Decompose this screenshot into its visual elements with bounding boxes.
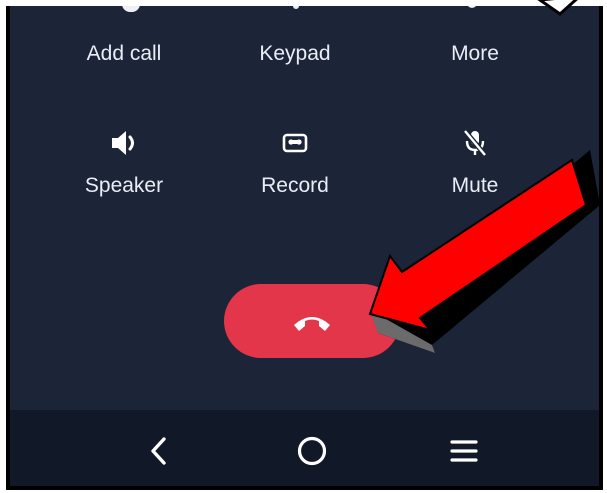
speaker-button[interactable]: Speaker — [49, 128, 199, 198]
end-call-button[interactable] — [224, 284, 400, 358]
menu-lines-icon — [450, 440, 478, 462]
home-circle-icon — [297, 436, 327, 466]
mute-button[interactable]: Mute — [400, 128, 550, 198]
add-call-button[interactable]: Add call — [49, 42, 199, 66]
mute-icon — [400, 128, 550, 160]
home-button[interactable] — [289, 428, 335, 474]
navigation-bar — [10, 410, 599, 486]
in-call-screen: Add call Keypad More Speaker Record Mute — [10, 6, 599, 410]
back-button[interactable] — [136, 428, 182, 474]
add-call-icon-top — [122, 6, 140, 12]
recents-button[interactable] — [441, 428, 487, 474]
back-chevron-icon — [151, 437, 166, 465]
mute-label: Mute — [451, 174, 499, 197]
speaker-icon — [49, 128, 199, 160]
add-call-label: Add call — [86, 42, 162, 65]
more-button[interactable]: More — [400, 42, 550, 66]
record-button[interactable]: Record — [220, 128, 370, 198]
phone-screen: Add call Keypad More Speaker Record Mute — [6, 6, 603, 490]
more-label: More — [451, 42, 499, 65]
end-call-icon — [294, 317, 330, 331]
keypad-icon-top — [293, 6, 299, 9]
keypad-button[interactable]: Keypad — [220, 42, 370, 66]
speaker-label: Speaker — [84, 174, 164, 197]
keypad-label: Keypad — [259, 42, 331, 65]
more-icon-top — [467, 6, 477, 8]
record-icon — [220, 128, 370, 160]
record-label: Record — [261, 174, 329, 197]
